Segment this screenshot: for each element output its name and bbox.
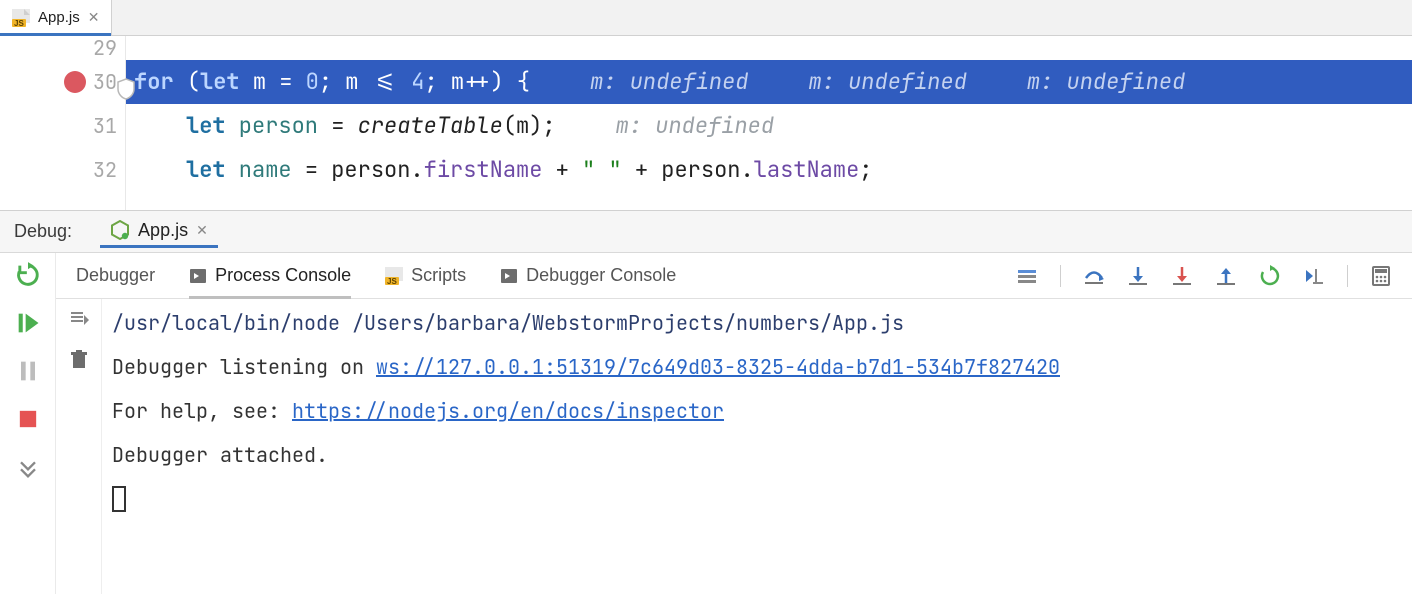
code-content[interactable]: for (let m = 0; m <= 4; m++) {m: undefin… (126, 36, 1412, 210)
more-icon[interactable] (14, 453, 42, 481)
line-number: 31 (91, 104, 117, 148)
inline-hint: m: undefined (809, 60, 967, 104)
process-console-tab[interactable]: Process Console (189, 253, 351, 298)
stop-button[interactable] (14, 405, 42, 433)
code-editor[interactable]: 29 30 31 32 for (let m = 0; m <= 4; m++)… (0, 36, 1412, 210)
breakpoint-icon[interactable] (64, 71, 86, 93)
inline-hint: m: undefined (616, 104, 774, 148)
nodejs-icon (110, 220, 130, 240)
console-line: Debugger attached. (112, 442, 328, 468)
debug-left-rail (0, 253, 56, 594)
console-link[interactable]: https://nodejs.org/en/docs/inspector (292, 398, 724, 424)
show-execution-point-icon[interactable] (1016, 265, 1038, 287)
console-gutter (56, 299, 102, 594)
debug-header: Debug: App.js ✕ (0, 211, 1412, 253)
debugger-console-tab[interactable]: Debugger Console (500, 253, 676, 298)
console-link[interactable]: ws://127.0.0.1:51319/7c649d03-8325-4dda-… (376, 354, 1060, 380)
line-number: 32 (91, 148, 117, 192)
code-line-31[interactable]: let person = createTable(m);m: undefined (126, 104, 1412, 148)
editor-tab-label: App.js (38, 9, 80, 26)
step-over-icon[interactable] (1083, 265, 1105, 287)
svg-text:JS: JS (14, 19, 24, 27)
separator (1347, 265, 1348, 287)
debug-toolbar (1016, 265, 1392, 287)
debug-panel: Debug: App.js ✕ Debugger Process Console (0, 210, 1412, 594)
process-console-output[interactable]: /usr/local/bin/node /Users/barbara/Webst… (102, 299, 1412, 594)
force-step-into-icon[interactable] (1171, 265, 1193, 287)
calculator-icon[interactable] (1370, 265, 1392, 287)
separator (1060, 265, 1061, 287)
svg-text:JS: JS (387, 277, 397, 285)
clear-all-icon[interactable] (68, 349, 90, 371)
js-file-icon: JS (12, 9, 30, 27)
method-shield-icon[interactable] (116, 71, 136, 93)
code-line-30[interactable]: for (let m = 0; m <= 4; m++) {m: undefin… (126, 60, 1412, 104)
console-line: For help, see: (112, 398, 292, 424)
debug-tabs: Debugger Process Console JS Scripts Debu… (56, 253, 1412, 299)
line-number: 30 (91, 60, 117, 104)
run-to-cursor-icon[interactable] (1259, 265, 1281, 287)
pause-button[interactable] (14, 357, 42, 385)
scroll-to-end-icon[interactable] (68, 309, 90, 331)
debug-title: Debug: (14, 221, 72, 242)
run-config-label: App.js (138, 220, 188, 241)
inline-hint: m: undefined (1027, 60, 1185, 104)
step-out-icon[interactable] (1215, 265, 1237, 287)
scripts-tab[interactable]: JS Scripts (385, 253, 466, 298)
inline-hint: m: undefined (590, 60, 748, 104)
editor-gutter: 29 30 31 32 (0, 36, 126, 210)
console-icon (500, 267, 518, 285)
debug-run-config-tab[interactable]: App.js ✕ (100, 216, 218, 248)
rerun-button[interactable] (14, 261, 42, 289)
console-line: /usr/local/bin/node /Users/barbara/Webst… (112, 310, 904, 336)
resume-button[interactable] (14, 309, 42, 337)
console-line: Debugger listening on (112, 354, 376, 380)
close-icon[interactable]: ✕ (196, 222, 208, 239)
console-icon (189, 267, 207, 285)
step-into-icon[interactable] (1127, 265, 1149, 287)
js-file-icon: JS (385, 267, 403, 285)
close-icon[interactable]: ✕ (88, 9, 100, 26)
editor-tab-bar: JS App.js ✕ (0, 0, 1412, 36)
console-caret (112, 486, 126, 512)
debugger-tab[interactable]: Debugger (76, 253, 155, 298)
code-line-32[interactable]: let name = person.firstName + " " + pers… (126, 148, 1412, 192)
evaluate-expression-icon[interactable] (1303, 265, 1325, 287)
